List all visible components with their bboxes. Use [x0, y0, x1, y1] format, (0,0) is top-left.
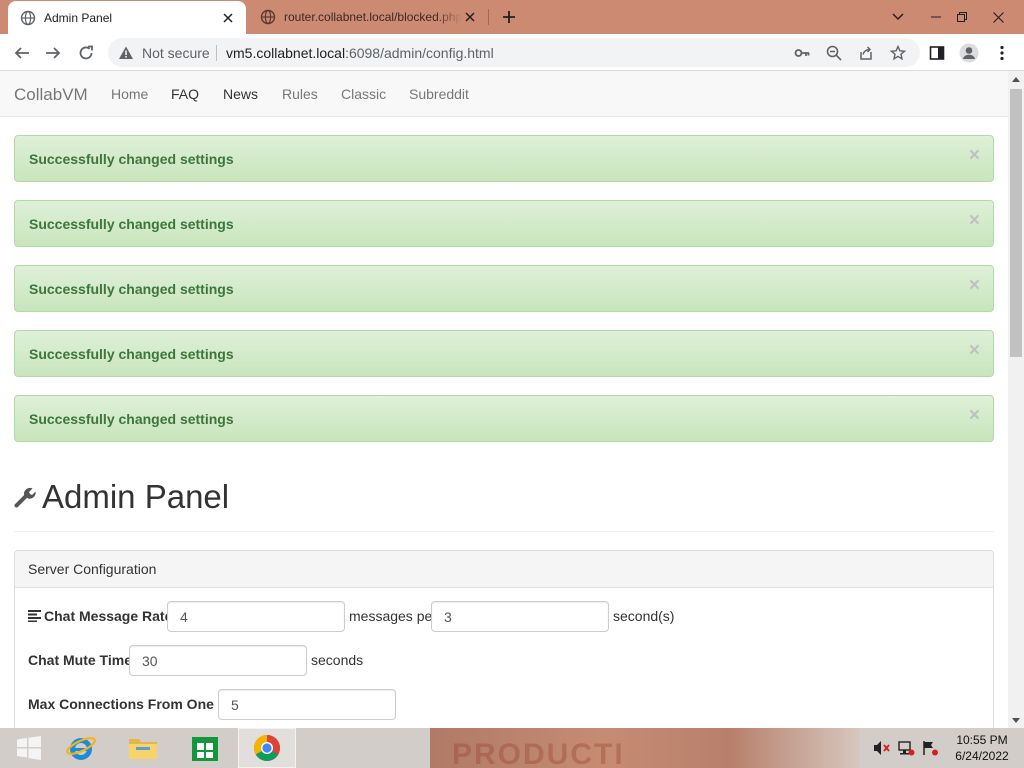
scrollbar-thumb[interactable] [1010, 89, 1022, 357]
close-tab-icon[interactable] [462, 9, 478, 25]
windows-logo-icon [17, 736, 41, 760]
chat-rate-label: Chat Message Rate: [28, 608, 177, 624]
volume-muted-icon[interactable] [872, 738, 892, 758]
alert-close-icon[interactable]: × [969, 146, 980, 165]
profile-avatar-icon[interactable] [956, 40, 982, 66]
close-window-icon[interactable] [982, 0, 1014, 34]
action-center-flag-icon[interactable] [920, 738, 940, 758]
alert-close-icon[interactable]: × [969, 276, 980, 295]
chat-rate-label-text: Chat Message Rate: [44, 608, 178, 624]
taskbar-background-image: PRODUCTI [430, 728, 860, 768]
share-icon[interactable] [856, 43, 876, 63]
alert-close-icon[interactable]: × [969, 211, 980, 230]
success-alert: Successfully changed settings × [14, 265, 994, 312]
security-status[interactable]: Not secure [142, 45, 210, 61]
start-button[interactable] [0, 728, 58, 768]
chat-rate-seconds-input[interactable] [431, 601, 609, 632]
tab-separator [488, 9, 489, 25]
new-tab-icon[interactable] [498, 7, 520, 27]
page-heading: Admin Panel [14, 475, 229, 519]
file-explorer-taskbar-icon[interactable] [114, 728, 172, 768]
restore-icon[interactable] [946, 0, 978, 34]
nav-link-classic[interactable]: Classic [341, 86, 386, 102]
menu-kebab-icon[interactable] [989, 40, 1015, 66]
url-text[interactable]: vm5.collabnet.local:6098/admin/config.ht… [226, 45, 494, 61]
url-host: vm5.collabnet.local [226, 45, 346, 61]
browser-tab-strip: Admin Panel router.collabnet.local/block… [0, 0, 1024, 34]
windows-taskbar: PRODUCTI 10:55 PM 6/24/2022 [0, 728, 1024, 768]
seconds-suffix-text: second(s) [613, 608, 675, 624]
page-scrollbar[interactable] [1008, 71, 1024, 728]
scroll-up-arrow-icon[interactable] [1008, 71, 1024, 87]
taskbar-background-text: PRODUCTI [452, 738, 625, 768]
chrome-taskbar-icon[interactable] [238, 728, 296, 768]
divider [14, 531, 994, 532]
system-clock[interactable]: 10:55 PM 6/24/2022 [946, 732, 1018, 764]
nav-link-home[interactable]: Home [111, 86, 148, 102]
store-taskbar-icon[interactable] [176, 728, 234, 768]
zoom-icon[interactable] [824, 43, 844, 63]
alert-close-icon[interactable]: × [969, 406, 980, 425]
mute-time-input[interactable] [129, 645, 307, 676]
success-alert: Successfully changed settings × [14, 395, 994, 442]
alert-message: Successfully changed settings [29, 151, 234, 167]
mute-seconds-text: seconds [311, 652, 364, 668]
url-path: :6098/admin/config.html [345, 45, 494, 61]
tab-search-icon[interactable] [882, 0, 914, 34]
address-bar[interactable]: Not secure vm5.collabnet.local:6098/admi… [108, 38, 920, 67]
max-connections-input[interactable] [218, 689, 396, 720]
messages-per-text: messages per [349, 608, 437, 624]
nav-link-subreddit[interactable]: Subreddit [409, 86, 469, 102]
tab-router-blocked[interactable]: router.collabnet.local/blocked.php [250, 0, 488, 34]
max-connections-label: Max Connections From One IP: [28, 696, 236, 712]
globe-icon [260, 9, 276, 25]
internet-explorer-taskbar-icon[interactable] [52, 728, 110, 768]
alert-message: Successfully changed settings [29, 411, 234, 427]
success-alert: Successfully changed settings × [14, 330, 994, 377]
side-panel-icon[interactable] [924, 40, 950, 66]
bookmark-star-icon[interactable] [888, 43, 908, 63]
alert-message: Successfully changed settings [29, 216, 234, 232]
forward-icon[interactable] [40, 40, 66, 66]
wrench-icon [14, 487, 36, 508]
nav-link-faq[interactable]: FAQ [171, 86, 199, 102]
tab-title: Admin Panel [44, 10, 113, 25]
alert-message: Successfully changed settings [29, 346, 234, 362]
globe-icon [20, 10, 36, 25]
alert-close-icon[interactable]: × [969, 341, 980, 360]
reload-icon[interactable] [73, 40, 99, 66]
list-icon [28, 610, 41, 622]
success-alert: Successfully changed settings × [14, 200, 994, 247]
clock-time: 10:55 PM [956, 733, 1008, 747]
key-icon[interactable] [792, 43, 812, 63]
page-viewport: CollabVM Home FAQ News Rules Classic Sub… [0, 71, 1008, 728]
brand-link[interactable]: CollabVM [14, 85, 88, 105]
clock-date: 6/24/2022 [955, 749, 1009, 763]
site-navbar: CollabVM Home FAQ News Rules Classic Sub… [0, 71, 1008, 117]
back-icon[interactable] [9, 40, 35, 66]
scroll-down-arrow-icon[interactable] [1008, 712, 1024, 728]
tab-admin-panel[interactable]: Admin Panel [8, 1, 246, 34]
page-title: Admin Panel [42, 478, 230, 515]
nav-link-rules[interactable]: Rules [282, 86, 318, 102]
network-icon[interactable] [896, 738, 916, 758]
omnibox-divider [216, 45, 217, 61]
server-config-panel: Server Configuration Chat Message Rate: … [14, 550, 994, 728]
alert-message: Successfully changed settings [29, 281, 234, 297]
mute-time-label: Chat Mute Time: [28, 652, 137, 668]
nav-link-news[interactable]: News [223, 86, 258, 102]
tab-title: router.collabnet.local/blocked.php [284, 10, 462, 24]
browser-toolbar: Not secure vm5.collabnet.local:6098/admi… [0, 34, 1024, 71]
panel-heading: Server Configuration [15, 551, 993, 588]
success-alert: Successfully changed settings × [14, 135, 994, 182]
close-tab-icon[interactable] [220, 10, 236, 26]
panel-title: Server Configuration [28, 561, 157, 577]
warning-icon[interactable] [118, 45, 134, 61]
chat-rate-messages-input[interactable] [167, 601, 345, 632]
